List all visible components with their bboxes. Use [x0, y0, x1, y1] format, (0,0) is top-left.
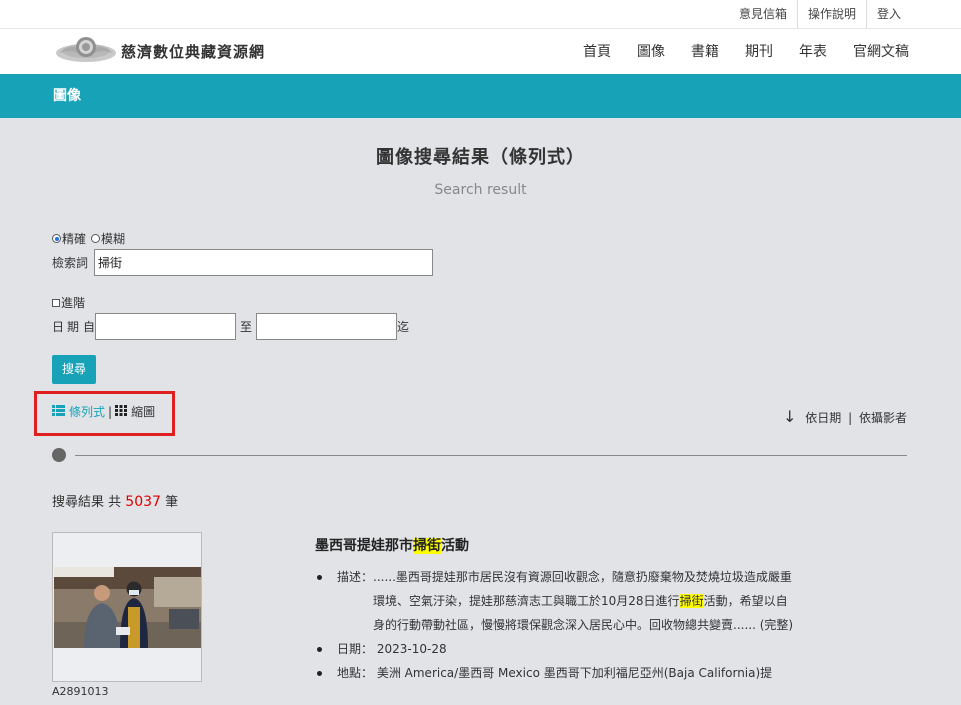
nav-periodicals[interactable]: 期刊	[745, 29, 773, 74]
result-count: 搜尋結果 共 5037 筆	[52, 491, 178, 510]
date-range-row: 日期 自 至 迄	[52, 313, 409, 340]
tzu-chi-emblem-icon	[55, 34, 117, 68]
place-field-label: 地點：	[337, 666, 374, 680]
sort-by-date-link[interactable]: 依日期	[805, 411, 841, 425]
search-button[interactable]: 搜尋	[52, 355, 96, 384]
keyword-row: 檢索詞	[52, 249, 434, 276]
sort-separator: |	[848, 411, 853, 425]
nav-official-articles[interactable]: 官網文稿	[853, 29, 909, 74]
divider-dot	[52, 448, 66, 462]
sort-down-arrow-icon[interactable]: ↓	[783, 407, 796, 426]
date-label: 日期	[52, 320, 83, 334]
result-title[interactable]: 墨西哥提娃那市掃街活動	[315, 535, 805, 555]
result-count-number: 5037	[125, 494, 161, 510]
divider-line	[75, 455, 907, 456]
result-fields: 描述： ......墨西哥提娃那市居民沒有資源回收觀念，隨意扔廢棄物及焚燒垃圾造…	[315, 565, 805, 685]
date-to-label: 至	[240, 320, 253, 334]
result-place: 地點： 美洲 America/墨西哥 Mexico 墨西哥下加利福尼亞州(Baj…	[315, 661, 805, 685]
result-title-suffix: 活動	[441, 538, 469, 554]
date-end-label: 迄	[397, 320, 410, 334]
section-banner: 圖像	[0, 74, 961, 118]
date-from-input[interactable]	[95, 313, 237, 340]
advanced-label: 進階	[61, 296, 86, 310]
utility-bar: 意見信箱 操作說明 登入	[0, 0, 961, 29]
result-date: 日期： 2023-10-28	[315, 637, 805, 661]
nav-books[interactable]: 書籍	[691, 29, 719, 74]
exact-radio[interactable]	[52, 234, 61, 243]
site-header: 慈濟數位典藏資源網 首頁 圖像 書籍 期刊 年表 官網文稿	[0, 29, 961, 74]
result-title-keyword: 掃街	[413, 538, 441, 554]
result-id: A2891013	[52, 685, 109, 698]
date-from-label: 自	[83, 320, 96, 334]
date-field-label: 日期：	[337, 642, 374, 656]
main-nav: 首頁 圖像 書籍 期刊 年表 官網文稿	[557, 29, 909, 74]
feedback-link[interactable]: 意見信箱	[729, 0, 797, 28]
exact-label: 精確	[62, 232, 87, 246]
login-link[interactable]: 登入	[865, 0, 911, 28]
advanced-checkbox[interactable]	[52, 298, 60, 307]
site-logo[interactable]: 慈濟數位典藏資源網	[55, 34, 265, 68]
keyword-label: 檢索詞	[52, 256, 89, 270]
fuzzy-label: 模糊	[101, 232, 126, 246]
match-mode-row: 精確 模糊	[52, 230, 125, 247]
utility-links: 意見信箱 操作說明 登入	[729, 0, 911, 28]
page-subtitle: Search result	[434, 182, 527, 198]
description-keyword: 掃街	[679, 594, 704, 608]
date-field-value: 2023-10-28	[376, 642, 447, 656]
annotation-highlight-box	[34, 391, 175, 436]
sort-by-photographer-link[interactable]: 依攝影者	[859, 411, 907, 425]
result-description: 描述： ......墨西哥提娃那市居民沒有資源回收觀念，隨意扔廢棄物及焚燒垃圾造…	[315, 565, 805, 637]
result-item: 墨西哥提娃那市掃街活動 描述： ......墨西哥提娃那市居民沒有資源回收觀念，…	[315, 535, 805, 685]
result-count-prefix: 搜尋結果 共	[52, 495, 122, 510]
result-photo[interactable]	[54, 567, 201, 648]
description-label: 描述：	[337, 570, 374, 584]
page-title: 圖像搜尋結果（條列式）	[376, 147, 585, 168]
nav-images[interactable]: 圖像	[637, 29, 665, 74]
section-title: 圖像	[53, 88, 81, 104]
help-link[interactable]: 操作說明	[796, 0, 866, 28]
site-name: 慈濟數位典藏資源網	[121, 42, 266, 61]
date-to-input[interactable]	[256, 313, 398, 340]
sort-options: ↓ 依日期 | 依攝影者	[783, 407, 907, 426]
advanced-row: 進階	[52, 294, 85, 311]
result-title-text: 墨西哥提娃那市	[315, 538, 413, 554]
place-field-value: 美洲 America/墨西哥 Mexico 墨西哥下加利福尼亞州(Baja Ca…	[376, 666, 773, 680]
nav-home[interactable]: 首頁	[583, 29, 611, 74]
nav-chronology[interactable]: 年表	[799, 29, 827, 74]
result-count-suffix: 筆	[165, 495, 179, 510]
description-text: ......墨西哥提娃那市居民沒有資源回收觀念，隨意扔廢棄物及焚燒垃圾造成嚴重環…	[373, 565, 798, 637]
result-thumbnail[interactable]	[52, 532, 202, 682]
keyword-input[interactable]	[94, 249, 434, 276]
fuzzy-radio[interactable]	[91, 234, 101, 243]
